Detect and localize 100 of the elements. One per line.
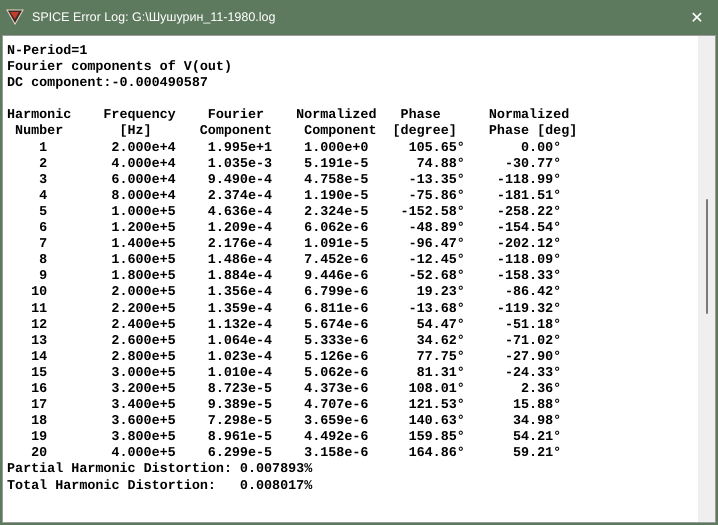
table-cell: 5.674e-6	[304, 318, 368, 334]
summary-value: 0.007893%	[240, 462, 312, 479]
table-cell: 4.707e-6	[304, 398, 368, 414]
column-header: [Hz]	[119, 124, 152, 141]
column-header: [degree]	[392, 124, 457, 141]
log-line: DC component:-0.000490587	[7, 76, 209, 92]
column-header: Fourier	[208, 108, 264, 124]
table-cell: 19	[31, 430, 48, 446]
table-cell: -24.33°	[504, 366, 562, 382]
table-cell: 2.000e+5	[111, 285, 176, 302]
column-header: Frequency	[103, 108, 176, 124]
table-cell: 108.01°	[408, 382, 465, 398]
table-cell: 1.884e-4	[208, 269, 272, 286]
table-cell: -119.32°	[496, 302, 562, 318]
table-cell: -13.35°	[408, 172, 465, 189]
table-cell: 1.000e+0	[304, 140, 368, 157]
table-cell: 5	[39, 204, 48, 222]
table-cell: 1.200e+5	[111, 221, 176, 238]
table-cell: 4.492e-6	[304, 430, 368, 446]
log-line: N-Period=1	[7, 44, 88, 60]
table-cell: 1.209e-4	[208, 221, 272, 238]
table-cell: 14	[31, 350, 48, 366]
table-cell: -181.51°	[496, 188, 562, 205]
table-cell: 8.961e-5	[208, 430, 272, 446]
table-cell: 1.800e+5	[111, 269, 176, 286]
log-line: Fourier components of V(out)	[7, 60, 233, 76]
column-header: Phase	[400, 108, 441, 124]
table-cell-text: 6.299e-5	[208, 446, 272, 462]
table-cell: 8.000e+4	[111, 188, 176, 205]
table-cell: 54.47°	[416, 318, 465, 334]
table-cell: 7	[39, 237, 48, 254]
summary-value: 0.008017%	[240, 478, 312, 495]
table-cell: 7.452e-6	[304, 253, 368, 270]
table-cell: -118.99°	[496, 172, 562, 189]
table-cell: 9.389e-5	[208, 398, 272, 414]
table-cell: 2.324e-5	[304, 204, 368, 222]
table-cell: 2.36°	[521, 382, 562, 398]
table-cell: 1.132e-4	[208, 318, 272, 334]
table-cell: 8	[39, 253, 48, 270]
table-cell: 1.091e-5	[304, 237, 368, 254]
table-cell: 8.723e-5	[208, 382, 272, 398]
table-cell: 74.88°	[416, 156, 465, 173]
table-cell: -51.18°	[504, 318, 562, 334]
table-cell: 140.63°	[408, 414, 465, 430]
table-cell: 121.53°	[408, 398, 465, 414]
table-cell: 9	[39, 269, 48, 286]
table-cell: 5.333e-6	[304, 334, 368, 350]
table-cell: 164.86°	[408, 446, 465, 462]
table-cell: -71.02°	[504, 334, 562, 350]
table-cell: 3.600e+5	[111, 414, 176, 430]
table-cell: 1.359e-4	[208, 302, 272, 318]
table-cell: 16	[31, 382, 48, 398]
table-cell: -27.90°	[504, 350, 562, 366]
table-cell: -152.58°	[400, 204, 465, 222]
table-cell: 5.126e-6	[304, 350, 368, 366]
window-title: SPICE Error Log: G:\Шушурин_11-1980.log	[32, 10, 276, 24]
summary-label: Total Harmonic Distortion:	[7, 478, 216, 495]
column-header: Normalized	[488, 108, 570, 124]
table-cell: 2.800e+5	[111, 350, 176, 366]
table-cell: 3	[39, 172, 48, 189]
table-cell: 1.486e-4	[208, 253, 272, 270]
column-header: Phase [deg]	[488, 124, 578, 141]
table-cell: 3.400e+5	[111, 398, 176, 414]
table-cell: 1.190e-5	[304, 188, 368, 205]
table-cell: 5.191e-5	[304, 156, 368, 173]
table-cell: 77.75°	[416, 350, 465, 366]
table-cell: 9.446e-6	[304, 269, 368, 286]
table-cell: 12	[31, 318, 48, 334]
table-cell: -12.45°	[408, 253, 465, 270]
table-cell: 18	[31, 414, 48, 430]
table-cell: 1.035e-3	[208, 156, 272, 173]
table-cell: 159.85°	[408, 430, 465, 446]
table-cell: 3.200e+5	[111, 382, 176, 398]
table-cell: 4.636e-4	[208, 204, 272, 222]
table-cell: 6.811e-6	[304, 302, 368, 318]
table-cell: 2.600e+5	[111, 334, 176, 350]
column-header: Harmonic	[7, 108, 72, 124]
scrollbar-thumb[interactable]	[706, 199, 708, 314]
table-cell: 2.000e+4	[111, 140, 176, 157]
table-cell: 2.374e-4	[208, 188, 272, 205]
table-cell: 19.23°	[416, 285, 465, 302]
table-cell-text: 4.000e+5	[111, 446, 176, 462]
table-cell: 3.659e-6	[304, 414, 368, 430]
table-cell: 3.800e+5	[111, 430, 176, 446]
table-cell: 59.21°	[512, 446, 562, 462]
close-button[interactable]: ✕	[676, 0, 718, 34]
app-icon	[6, 9, 24, 25]
table-cell: -154.54°	[496, 221, 562, 238]
table-cell: -75.86°	[408, 188, 465, 205]
table-cell: 1.000e+5	[111, 204, 176, 222]
table-cell: 1.023e-4	[208, 350, 272, 366]
table-cell: 1.400e+5	[111, 237, 176, 254]
table-cell: 4.000e+4	[111, 156, 176, 173]
table-cell: -202.12°	[496, 237, 562, 254]
table-cell: -158.33°	[496, 269, 562, 286]
table-cell: -86.42°	[504, 285, 562, 302]
table-cell: -52.68°	[408, 269, 465, 286]
table-cell: 1.010e-4	[208, 366, 272, 382]
table-cell: 11	[31, 302, 48, 318]
table-cell: 17	[31, 398, 48, 414]
